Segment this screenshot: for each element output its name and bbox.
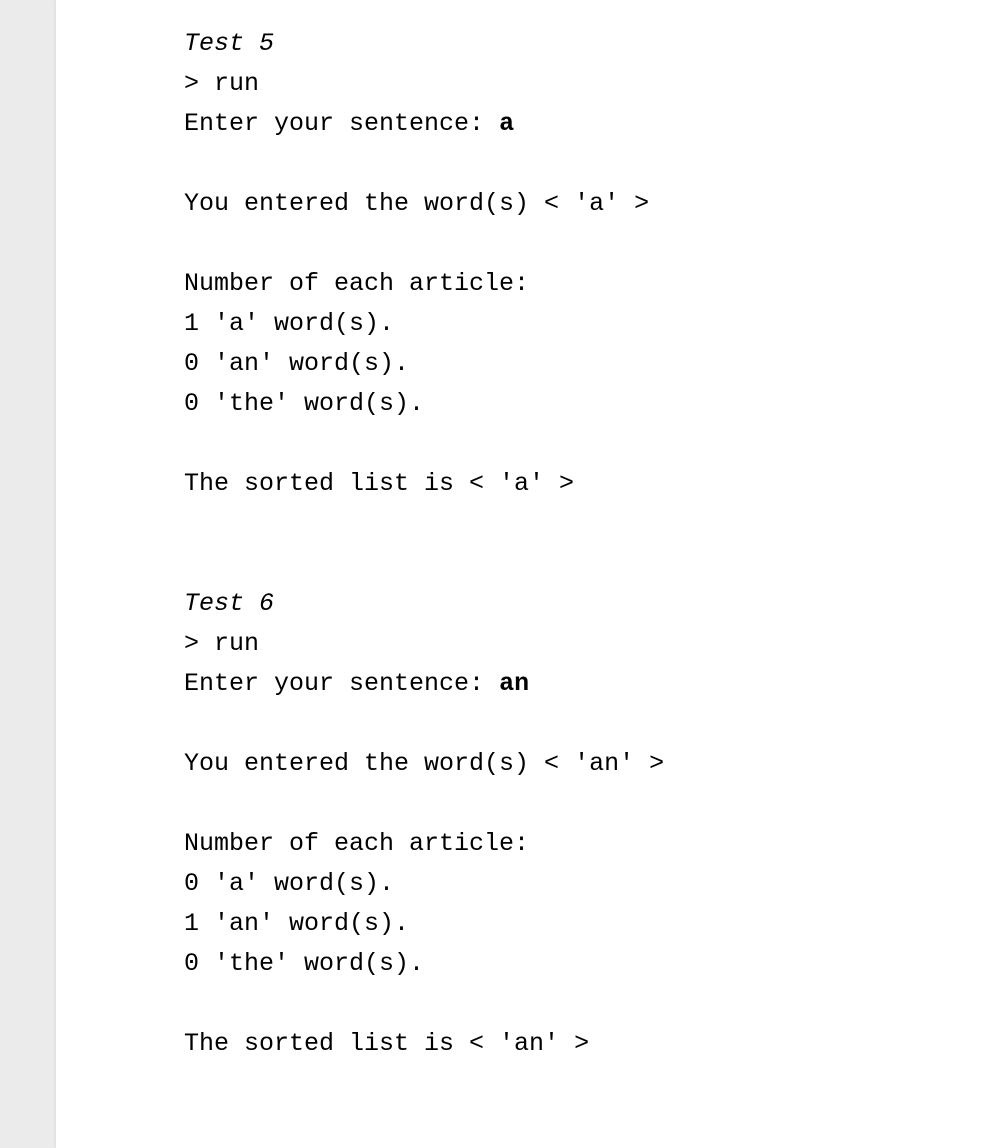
test5-count-a: 1 'a' word(s). — [184, 304, 1002, 344]
test5-sorted: The sorted list is < 'a' > — [184, 464, 1002, 504]
test6-prompt-prefix: Enter your sentence: — [184, 669, 499, 698]
test6-run: > run — [184, 624, 1002, 664]
test5-prompt-line: Enter your sentence: a — [184, 104, 1002, 144]
blank-line — [184, 984, 1002, 1024]
blank-line — [184, 784, 1002, 824]
blank-line — [184, 144, 1002, 184]
test6-count-a: 0 'a' word(s). — [184, 864, 1002, 904]
document-page: Test 5 > run Enter your sentence: a You … — [56, 0, 1002, 1148]
blank-line — [184, 424, 1002, 464]
blank-line — [184, 224, 1002, 264]
test6-count-the: 0 'the' word(s). — [184, 944, 1002, 984]
test5-header: Test 5 — [184, 24, 1002, 64]
test6-header: Test 6 — [184, 584, 1002, 624]
test6-entered: You entered the word(s) < 'an' > — [184, 744, 1002, 784]
test5-prompt-prefix: Enter your sentence: — [184, 109, 499, 138]
test5-count-an: 0 'an' word(s). — [184, 344, 1002, 384]
test6-prompt-input: an — [499, 669, 529, 698]
test5-articles-header: Number of each article: — [184, 264, 1002, 304]
blank-line — [184, 504, 1002, 544]
blank-line — [184, 544, 1002, 584]
test5-run: > run — [184, 64, 1002, 104]
test6-articles-header: Number of each article: — [184, 824, 1002, 864]
test5-prompt-input: a — [499, 109, 514, 138]
blank-line — [184, 704, 1002, 744]
test5-entered: You entered the word(s) < 'a' > — [184, 184, 1002, 224]
test5-count-the: 0 'the' word(s). — [184, 384, 1002, 424]
test6-prompt-line: Enter your sentence: an — [184, 664, 1002, 704]
test6-sorted: The sorted list is < 'an' > — [184, 1024, 1002, 1064]
test6-count-an: 1 'an' word(s). — [184, 904, 1002, 944]
